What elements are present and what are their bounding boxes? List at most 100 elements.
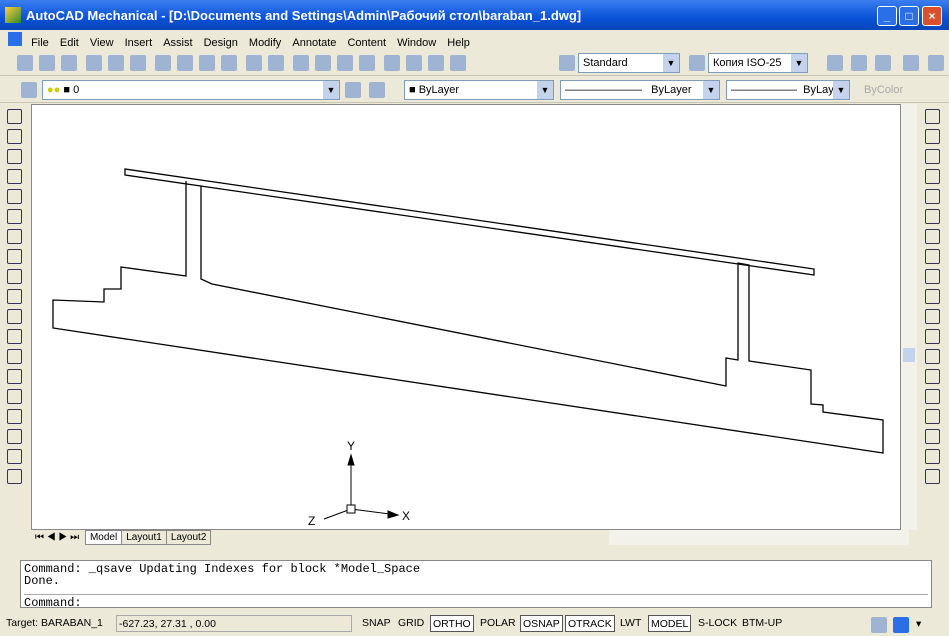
plot-icon[interactable] <box>86 55 103 71</box>
close-button[interactable]: × <box>922 6 942 26</box>
join-icon[interactable] <box>925 349 940 364</box>
horizontal-scrollbar[interactable] <box>609 530 909 545</box>
ellipse-icon[interactable] <box>7 289 22 304</box>
erase-icon[interactable] <box>925 109 940 124</box>
zoom-previous-icon[interactable] <box>359 55 376 71</box>
vertical-scrollbar[interactable] <box>901 104 917 530</box>
match-icon[interactable] <box>221 55 238 71</box>
hatch-icon[interactable] <box>7 389 22 404</box>
chevron-down-icon[interactable]: ▼ <box>703 81 719 99</box>
toolbar-icon[interactable] <box>903 55 919 71</box>
break-icon[interactable] <box>925 329 940 344</box>
chevron-down-icon[interactable]: ▼ <box>663 54 679 72</box>
construction-line-icon[interactable] <box>7 129 22 144</box>
polygon-icon[interactable] <box>7 169 22 184</box>
text-icon[interactable] <box>7 429 22 444</box>
command-input[interactable]: Command: <box>24 594 928 609</box>
menu-modify[interactable]: Modify <box>245 35 285 51</box>
new-icon[interactable] <box>17 55 33 71</box>
lwt-toggle[interactable]: LWT <box>618 615 643 632</box>
rectangle-icon[interactable] <box>7 189 22 204</box>
polyline-icon[interactable] <box>7 149 22 164</box>
text-style-icon[interactable] <box>559 55 575 71</box>
copy-icon[interactable] <box>925 129 940 144</box>
rotate-icon[interactable] <box>925 229 940 244</box>
toolbar-icon[interactable] <box>928 55 944 71</box>
polar-toggle[interactable]: POLAR <box>478 615 518 632</box>
pan-icon[interactable] <box>7 469 22 484</box>
menu-annotate[interactable]: Annotate <box>288 35 340 51</box>
help-icon[interactable] <box>450 55 467 71</box>
btmup-toggle[interactable]: BTM-UP <box>740 615 784 632</box>
explode-icon[interactable] <box>925 409 940 424</box>
publish-icon[interactable] <box>130 55 147 71</box>
communication-center-icon[interactable] <box>871 617 887 633</box>
insert-block-icon[interactable] <box>7 329 22 344</box>
toolbar-icon[interactable] <box>875 55 891 71</box>
make-block-icon[interactable] <box>7 349 22 364</box>
text-style-select[interactable]: Standard ▼ <box>578 53 680 73</box>
scale-icon[interactable] <box>925 249 940 264</box>
tab-model[interactable]: Model <box>84 530 123 545</box>
chamfer-icon[interactable] <box>925 369 940 384</box>
orbit-icon[interactable] <box>7 449 22 464</box>
zoom-realtime-icon[interactable] <box>315 55 332 71</box>
point-icon[interactable] <box>7 369 22 384</box>
slock-toggle[interactable]: S-LOCK <box>696 615 739 632</box>
chevron-down-icon[interactable]: ▼ <box>537 81 553 99</box>
save-icon[interactable] <box>61 55 77 71</box>
offset-icon[interactable] <box>925 169 940 184</box>
layer-previous-icon[interactable] <box>369 82 385 98</box>
ortho-toggle[interactable]: ORTHO <box>430 615 474 632</box>
move-icon[interactable] <box>925 209 940 224</box>
spline-icon[interactable] <box>7 269 22 284</box>
model-toggle[interactable]: MODEL <box>648 615 692 632</box>
menu-window[interactable]: Window <box>393 35 440 51</box>
otrack-toggle[interactable]: OTRACK <box>565 615 615 632</box>
tray-settings-icon[interactable] <box>893 617 909 633</box>
menu-edit[interactable]: Edit <box>56 35 83 51</box>
toolbar-icon[interactable] <box>851 55 867 71</box>
copy-icon[interactable] <box>177 55 194 71</box>
paste-icon[interactable] <box>199 55 216 71</box>
menu-view[interactable]: View <box>86 35 118 51</box>
zoom-out-icon[interactable] <box>925 449 940 464</box>
toolbar-icon[interactable] <box>827 55 843 71</box>
menu-assist[interactable]: Assist <box>159 35 196 51</box>
make-current-icon[interactable] <box>345 82 361 98</box>
snap-toggle[interactable]: SNAP <box>360 615 393 632</box>
region-icon[interactable] <box>7 409 22 424</box>
tab-layout2[interactable]: Layout2 <box>165 530 212 545</box>
status-menu-arrow-icon[interactable]: ▾ <box>916 618 921 630</box>
array-icon[interactable] <box>925 189 940 204</box>
mirror-icon[interactable] <box>925 149 940 164</box>
circle-icon[interactable] <box>7 229 22 244</box>
osnap-toggle[interactable]: OSNAP <box>520 615 563 632</box>
menu-help[interactable]: Help <box>443 35 474 51</box>
trim-icon[interactable] <box>925 289 940 304</box>
design-center-icon[interactable] <box>406 55 423 71</box>
layer-select[interactable]: ●● ■ 0 ▼ <box>42 80 340 100</box>
linetype-select[interactable]: ——————— ByLayer ▼ <box>560 80 720 100</box>
dim-style-select[interactable]: Копия ISO-25 ▼ <box>708 53 808 73</box>
chevron-down-icon[interactable]: ▼ <box>791 54 807 72</box>
zoom-window-icon[interactable] <box>337 55 354 71</box>
color-select[interactable]: ■ ByLayer ▼ <box>404 80 554 100</box>
preview-icon[interactable] <box>108 55 125 71</box>
fillet-icon[interactable] <box>925 389 940 404</box>
tool-palette-icon[interactable] <box>428 55 445 71</box>
drawing-area[interactable]: Y X Z <box>31 104 901 530</box>
layer-manager-icon[interactable] <box>21 82 37 98</box>
revcloud-icon[interactable] <box>7 249 22 264</box>
tab-layout1[interactable]: Layout1 <box>121 530 167 545</box>
chevron-down-icon[interactable]: ▼ <box>833 81 849 99</box>
doc-icon[interactable] <box>8 32 22 46</box>
maximize-button[interactable]: □ <box>899 6 919 26</box>
menu-file[interactable]: File <box>27 35 53 51</box>
menu-insert[interactable]: Insert <box>121 35 157 51</box>
properties-icon[interactable] <box>384 55 401 71</box>
lineweight-select[interactable]: —————— ByLayer ▼ <box>726 80 850 100</box>
zoom-extents-icon[interactable] <box>925 469 940 484</box>
chevron-down-icon[interactable]: ▼ <box>323 81 339 99</box>
cut-icon[interactable] <box>155 55 172 71</box>
